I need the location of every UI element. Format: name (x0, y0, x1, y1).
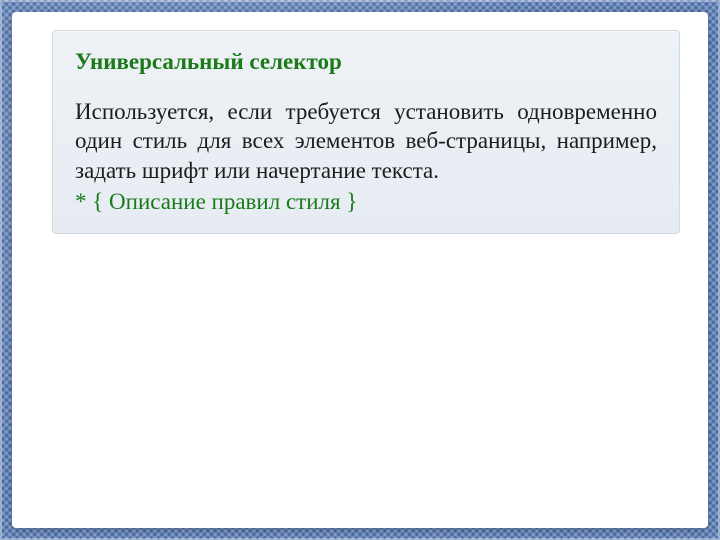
css-syntax-example: * { Описание правил стиля } (75, 187, 657, 216)
slide-body-text: Используется, если требуется установить … (75, 97, 657, 185)
textured-border: Универсальный селектор Используется, есл… (0, 0, 720, 540)
slide-title: Универсальный селектор (75, 49, 657, 75)
slide-page: Универсальный селектор Используется, есл… (12, 12, 708, 528)
content-callout: Универсальный селектор Используется, есл… (52, 30, 680, 234)
